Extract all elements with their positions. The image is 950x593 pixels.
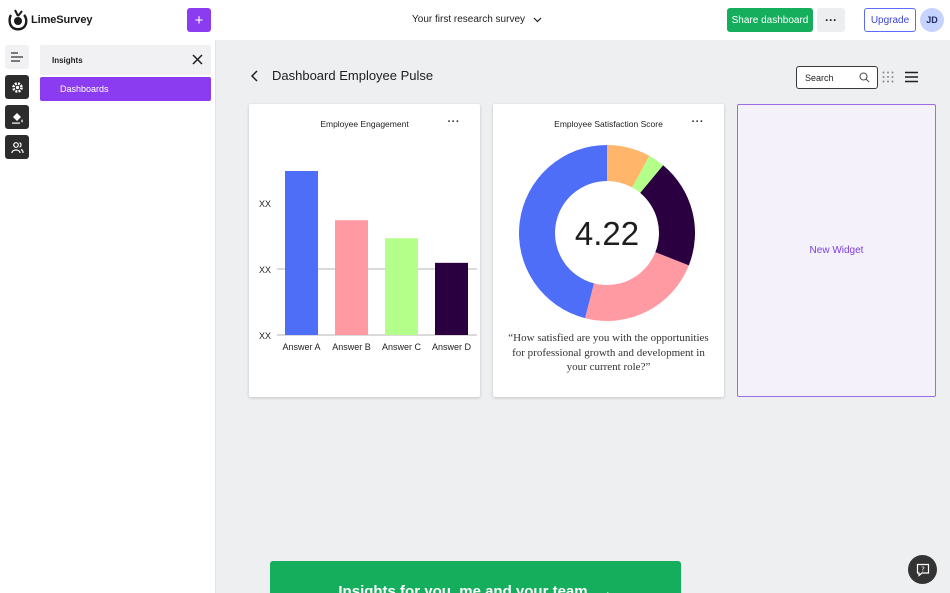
bar-answer-c (385, 238, 418, 335)
page-header: Dashboard Employee Pulse (248, 68, 433, 83)
survey-selector[interactable]: Your first research survey (412, 14, 542, 25)
new-widget-label: New Widget (809, 245, 864, 256)
icon-rail (0, 40, 34, 593)
settings-button[interactable] (5, 75, 29, 99)
y-tick-label: XX (259, 199, 271, 209)
bar-answer-a (285, 171, 318, 335)
menu-lines-icon (11, 52, 23, 62)
y-tick-label: XX (259, 265, 271, 275)
page-title: Dashboard Employee Pulse (272, 68, 434, 83)
more-options-button[interactable]: ··· (817, 8, 845, 32)
donut-slice-1 (585, 252, 689, 321)
x-tick-label: Answer D (432, 342, 472, 352)
add-button[interactable]: + (187, 8, 211, 32)
close-icon[interactable] (192, 54, 203, 65)
new-widget-button[interactable]: New Widget (737, 104, 936, 397)
x-tick-label: Answer B (332, 342, 371, 352)
x-tick-label: Answer A (282, 342, 320, 352)
survey-title: Your first research survey (412, 14, 526, 25)
insights-banner[interactable]: Insights for you, me and your team → (270, 561, 681, 593)
widget-employee-engagement[interactable]: Employee Engagement ··· XX XX XX Answer A An… (249, 104, 480, 397)
x-tick-label: Answer C (382, 342, 422, 352)
bar-answer-b (335, 220, 368, 335)
plus-icon: + (194, 11, 204, 29)
search-icon (859, 72, 870, 83)
help-button[interactable]: ? (908, 555, 937, 584)
list-view-icon[interactable] (905, 71, 918, 83)
top-bar: LimeSurvey + Your first research survey … (0, 0, 950, 40)
grid-view-icon[interactable] (882, 71, 894, 83)
menu-toggle-button[interactable] (5, 45, 29, 69)
share-dashboard-button[interactable]: Share dashboard (727, 8, 813, 32)
chevron-down-icon (533, 17, 542, 22)
upgrade-button[interactable]: Upgrade (864, 8, 916, 32)
sidebar-item-label: Dashboards (60, 84, 109, 94)
theme-button[interactable] (5, 105, 29, 129)
limesurvey-logo-icon (8, 9, 28, 31)
help-chat-icon: ? (916, 563, 929, 577)
user-avatar[interactable]: JD (920, 8, 944, 32)
score-value: 4.22 (575, 215, 639, 252)
panel-header: Insights (40, 45, 211, 75)
users-icon (10, 141, 24, 153)
app-name: LimeSurvey (31, 14, 93, 26)
survey-question-text: “How satisfied are you with the opportun… (508, 332, 709, 373)
bar-answer-d (435, 262, 468, 335)
panel-title: Insights (52, 56, 83, 65)
bar-chart: XX XX XX Answer A Answer B Answer C Answer D (259, 171, 477, 352)
insights-panel: Insights Dashboards (34, 40, 216, 593)
app-logo[interactable]: LimeSurvey (8, 9, 92, 31)
paint-bucket-icon (11, 112, 23, 124)
donut-chart: 4.22 (519, 145, 695, 321)
gear-icon (11, 81, 23, 93)
users-button[interactable] (5, 135, 29, 159)
search-input[interactable]: Search (796, 66, 878, 89)
banner-text: Insights for you, me and your team (338, 583, 588, 593)
widget-employee-satisfaction[interactable]: Employee Satisfaction Score ··· 4.22 “Ho… (493, 104, 724, 397)
arrow-right-icon: → (597, 583, 613, 593)
search-label: Search (805, 72, 834, 83)
back-chevron-icon[interactable] (248, 69, 262, 83)
svg-text:?: ? (921, 565, 925, 573)
sidebar-item-dashboards[interactable]: Dashboards (40, 77, 211, 101)
y-tick-label: XX (259, 331, 271, 341)
